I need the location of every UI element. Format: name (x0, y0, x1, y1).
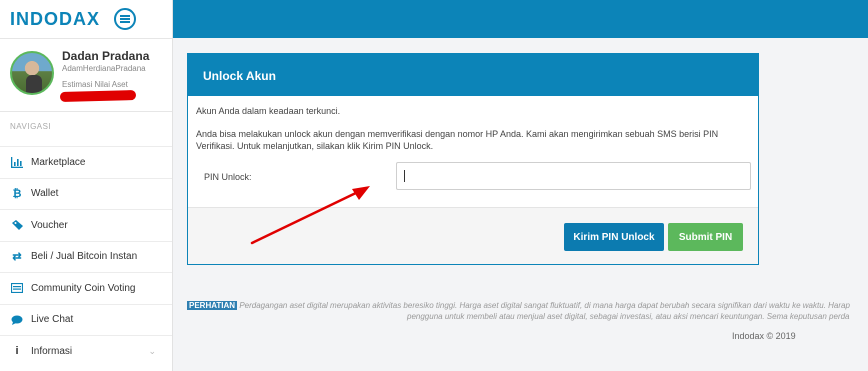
warning-line-2: pengguna untuk membeli atau menjual aset… (407, 312, 850, 321)
sidebar-item-wallet[interactable]: ₿ Wallet (0, 177, 172, 210)
exchange-icon: ⇄ (12, 251, 22, 264)
info-icon: i (15, 345, 19, 358)
locked-message: Akun Anda dalam keadaan terkunci. (196, 106, 341, 116)
chart-icon (11, 156, 23, 168)
profile-name: Dadan Pradana (62, 49, 150, 63)
sidebar-item-coin-voting[interactable]: Community Coin Voting (0, 272, 172, 304)
submit-pin-button[interactable]: Submit PIN (668, 223, 743, 251)
chat-icon (11, 314, 23, 326)
sidebar-item-label: Community Coin Voting (31, 282, 136, 294)
sidebar-item-marketplace[interactable]: Marketplace (0, 146, 172, 178)
warning-line-1: Perdagangan aset digital merupakan aktiv… (239, 301, 850, 310)
text-cursor (404, 170, 405, 182)
menu-toggle-button[interactable] (114, 8, 137, 30)
nav-section-title: NAVIGASI (10, 122, 52, 131)
sidebar-item-label: Marketplace (31, 156, 86, 168)
asset-estimate-label: Estimasi Nilai Aset (62, 80, 128, 89)
indodax-logo[interactable]: INDODAX (10, 9, 100, 30)
sidebar: INDODAX Dadan Pradana AdamHerdianaPradan… (0, 0, 173, 371)
pin-unlock-label: PIN Unlock: (204, 172, 252, 182)
send-pin-unlock-button[interactable]: Kirim PIN Unlock (564, 223, 664, 251)
sidebar-item-label: Wallet (31, 188, 59, 200)
panel-body: Akun Anda dalam keadaan terkunci. Anda b… (188, 96, 758, 192)
sidebar-item-instant-trade[interactable]: ⇄ Beli / Jual Bitcoin Instan (0, 240, 172, 273)
sidebar-item-label: Beli / Jual Bitcoin Instan (31, 251, 138, 263)
warning-badge: PERHATIAN (187, 301, 238, 310)
sidebar-item-live-chat[interactable]: Live Chat (0, 303, 172, 336)
top-bar (173, 0, 868, 38)
vote-icon (11, 282, 23, 294)
ticket-icon (11, 219, 23, 231)
redaction-mark (59, 90, 137, 102)
copyright: Indodax © 2019 (732, 331, 796, 341)
user-profile: Dadan Pradana AdamHerdianaPradana Estima… (0, 38, 172, 112)
bitcoin-icon: ₿ (12, 187, 22, 200)
sidebar-item-label: Live Chat (31, 314, 74, 326)
hamburger-icon (120, 15, 131, 23)
unlock-instructions: Anda bisa melakukan unlock akun dengan m… (196, 129, 719, 151)
brand-bar: INDODAX (0, 0, 172, 38)
sidebar-item-label: Informasi (31, 345, 73, 357)
panel-title: Unlock Akun (188, 54, 758, 96)
avatar[interactable] (10, 51, 54, 95)
risk-warning: PERHATIAN Perdagangan aset digital merup… (187, 300, 868, 322)
sidebar-item-informasi[interactable]: i Informasi ⌄ (0, 335, 172, 367)
sidebar-item-voucher[interactable]: Voucher (0, 209, 172, 241)
sidebar-item-label: Voucher (31, 219, 68, 231)
annotation-arrow-icon (250, 186, 370, 245)
chevron-down-icon: ⌄ (148, 346, 156, 356)
profile-username: AdamHerdianaPradana (62, 64, 146, 73)
pin-unlock-input[interactable] (396, 162, 751, 190)
